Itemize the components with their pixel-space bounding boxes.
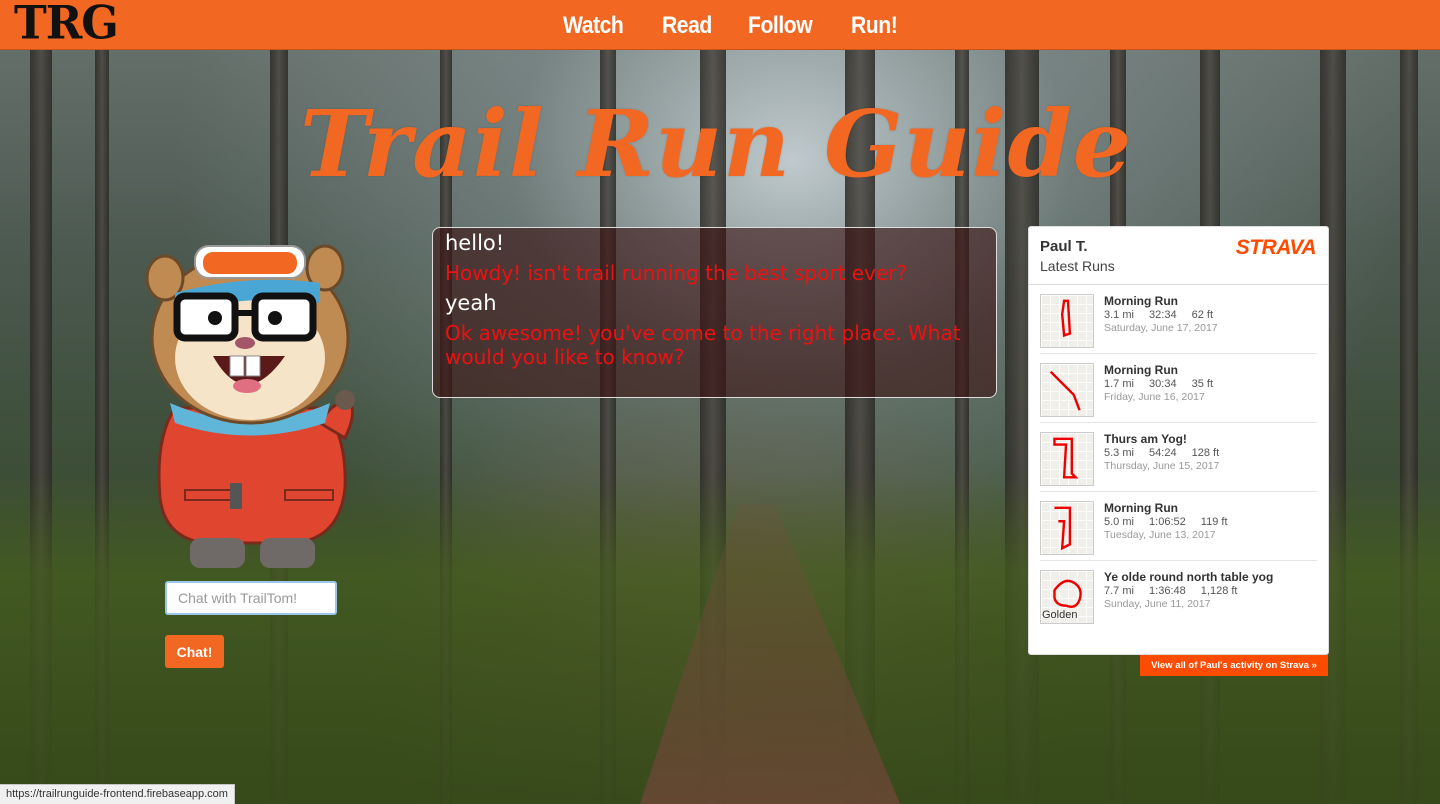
route-map-thumbnail[interactable] [1040,501,1094,555]
run-date: Friday, June 16, 2017 [1104,391,1205,403]
nav-follow[interactable]: Follow [748,12,813,40]
chat-message-bot: Ok awesome! you've come to the right pla… [445,321,961,369]
run-distance: 5.3 mi [1104,447,1134,459]
run-item[interactable]: Morning Run 3.1 mi 32:34 62 ft Saturday,… [1040,285,1317,354]
run-stats: 7.7 mi 1:36:48 1,128 ft [1104,585,1317,597]
brand-logo[interactable]: TRG [14,0,119,50]
route-map-thumbnail[interactable] [1040,294,1094,348]
run-date: Tuesday, June 13, 2017 [1104,529,1216,541]
run-time: 30:34 [1149,378,1177,390]
run-name[interactable]: Morning Run [1104,501,1317,515]
chat-message-user: yeah [445,291,497,315]
browser-status-bar: https://trailrunguide-frontend.firebasea… [0,784,235,804]
route-map-thumbnail[interactable] [1040,432,1094,486]
route-map-thumbnail[interactable] [1040,363,1094,417]
hero-title: Trail Run Guide [300,90,1133,198]
run-distance: 7.7 mi [1104,585,1134,597]
run-date: Sunday, June 11, 2017 [1104,598,1211,610]
run-distance: 1.7 mi [1104,378,1134,390]
run-distance: 3.1 mi [1104,309,1134,321]
run-date: Thursday, June 15, 2017 [1104,460,1220,472]
run-name[interactable]: Thurs am Yog! [1104,432,1317,446]
run-stats: 1.7 mi 30:34 35 ft [1104,378,1317,390]
view-all-strava-link[interactable]: View all of Paul's activity on Strava » [1140,655,1328,676]
run-elevation: 1,128 ft [1200,585,1238,597]
chat-button[interactable]: Chat! [165,635,224,668]
widget-subtitle: Latest Runs [1040,258,1115,274]
chat-message-user: hello! [445,231,505,255]
main-nav: Watch Read Follow Run! [563,12,904,40]
run-time: 1:36:48 [1149,585,1186,597]
run-item[interactable]: Morning Run 5.0 mi 1:06:52 119 ft Tuesda… [1040,492,1317,561]
run-elevation: 119 ft [1200,516,1228,528]
strava-widget: Paul T. Latest Runs STRAVA Morning Run 3… [1028,226,1329,655]
chat-message-bot: Howdy! isn't trail running the best spor… [445,261,908,285]
nav-run[interactable]: Run! [851,12,898,40]
chat-transcript: hello! Howdy! isn't trail running the be… [432,227,997,398]
nav-watch[interactable]: Watch [563,12,624,40]
map-place-label: Golden [1042,609,1078,621]
run-name[interactable]: Ye olde round north table yog [1104,570,1317,584]
trailtom-mascot-image [145,244,355,568]
run-stats: 5.0 mi 1:06:52 119 ft [1104,516,1317,528]
run-time: 32:34 [1149,309,1177,321]
nav-read[interactable]: Read [662,12,712,40]
run-distance: 5.0 mi [1104,516,1134,528]
run-item[interactable]: Golden Ye olde round north table yog 7.7… [1040,561,1317,630]
strava-header: Paul T. Latest Runs STRAVA [1029,227,1328,285]
run-item[interactable]: Morning Run 1.7 mi 30:34 35 ft Friday, J… [1040,354,1317,423]
run-date: Saturday, June 17, 2017 [1104,322,1218,334]
run-name[interactable]: Morning Run [1104,363,1317,377]
chat-input[interactable] [165,581,337,615]
run-elevation: 62 ft [1191,309,1214,321]
run-stats: 3.1 mi 32:34 62 ft [1104,309,1317,321]
run-stats: 5.3 mi 54:24 128 ft [1104,447,1317,459]
top-navbar: TRG Watch Read Follow Run! [0,0,1440,50]
run-time: 54:24 [1149,447,1177,459]
strava-logo[interactable]: STRAVA [1236,236,1317,260]
run-elevation: 128 ft [1191,447,1220,459]
run-time: 1:06:52 [1149,516,1186,528]
run-elevation: 35 ft [1191,378,1214,390]
route-map-thumbnail[interactable]: Golden [1040,570,1094,624]
run-item[interactable]: Thurs am Yog! 5.3 mi 54:24 128 ft Thursd… [1040,423,1317,492]
run-list: Morning Run 3.1 mi 32:34 62 ft Saturday,… [1029,285,1328,630]
run-name[interactable]: Morning Run [1104,294,1317,308]
